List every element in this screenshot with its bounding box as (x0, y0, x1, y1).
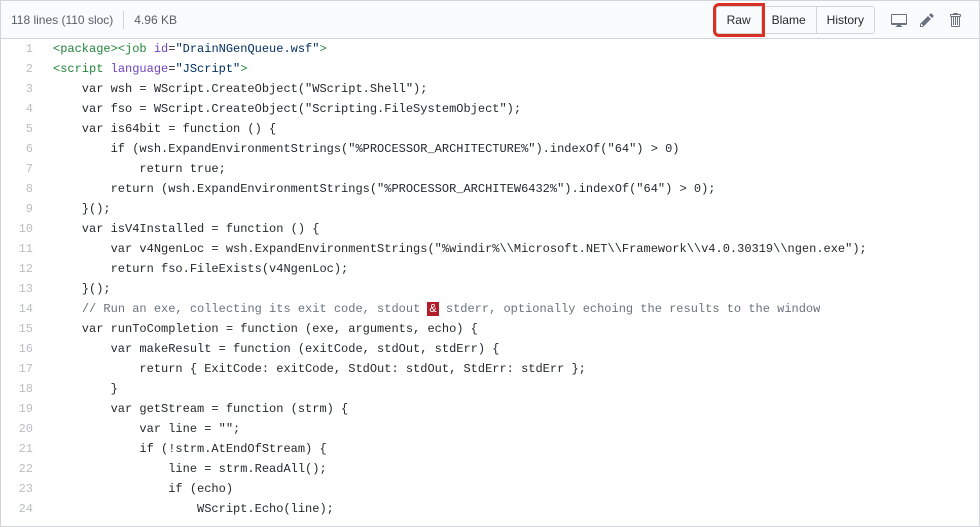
line-content[interactable]: if (wsh.ExpandEnvironmentStrings("%PROCE… (43, 139, 979, 159)
line-content[interactable]: return fso.FileExists(v4NgenLoc); (43, 259, 979, 279)
file-info: 118 lines (110 sloc) 4.96 KB (11, 11, 177, 29)
blame-button[interactable]: Blame (762, 6, 817, 34)
code-row: 17 return { ExitCode: exitCode, StdOut: … (1, 359, 979, 379)
line-content[interactable]: var runToCompletion = function (exe, arg… (43, 319, 979, 339)
file-size: 4.96 KB (134, 13, 177, 27)
line-content[interactable]: WScript.Echo(line); (43, 499, 979, 519)
line-content[interactable]: var isV4Installed = function () { (43, 219, 979, 239)
code-row: 15 var runToCompletion = function (exe, … (1, 319, 979, 339)
line-number[interactable]: 3 (1, 79, 43, 99)
code-row: 21 if (!strm.AtEndOfStream) { (1, 439, 979, 459)
pencil-icon[interactable] (913, 6, 941, 34)
line-content[interactable]: if (echo) (43, 479, 979, 499)
line-number[interactable]: 8 (1, 179, 43, 199)
divider (123, 11, 124, 29)
file-actions: Raw Blame History (716, 6, 969, 34)
line-number[interactable]: 24 (1, 499, 43, 519)
code-row: 14 // Run an exe, collecting its exit co… (1, 299, 979, 319)
line-number[interactable]: 20 (1, 419, 43, 439)
line-number[interactable]: 17 (1, 359, 43, 379)
line-content[interactable]: return true; (43, 159, 979, 179)
trashcan-icon[interactable] (941, 6, 969, 34)
line-content[interactable]: } (43, 379, 979, 399)
code-row: 22 line = strm.ReadAll(); (1, 459, 979, 479)
line-number[interactable]: 16 (1, 339, 43, 359)
line-number[interactable]: 9 (1, 199, 43, 219)
code-row: 12 return fso.FileExists(v4NgenLoc); (1, 259, 979, 279)
file-header: 118 lines (110 sloc) 4.96 KB Raw Blame H… (1, 1, 979, 39)
code-row: 24 WScript.Echo(line); (1, 499, 979, 519)
code-row: 13 }(); (1, 279, 979, 299)
code-row: 23 if (echo) (1, 479, 979, 499)
code-row: 11 var v4NgenLoc = wsh.ExpandEnvironment… (1, 239, 979, 259)
file-action-button-group: Raw Blame History (716, 6, 875, 34)
line-number[interactable]: 4 (1, 99, 43, 119)
line-content[interactable]: }(); (43, 279, 979, 299)
line-content[interactable]: if (!strm.AtEndOfStream) { (43, 439, 979, 459)
line-number[interactable]: 22 (1, 459, 43, 479)
line-content[interactable]: line = strm.ReadAll(); (43, 459, 979, 479)
line-content[interactable]: }(); (43, 199, 979, 219)
code-row: 2<script language="JScript"> (1, 59, 979, 79)
line-number[interactable]: 23 (1, 479, 43, 499)
line-content[interactable]: var fso = WScript.CreateObject("Scriptin… (43, 99, 979, 119)
code-row: 16 var makeResult = function (exitCode, … (1, 339, 979, 359)
line-content[interactable]: return (wsh.ExpandEnvironmentStrings("%P… (43, 179, 979, 199)
history-button[interactable]: History (817, 6, 875, 34)
line-content[interactable]: var wsh = WScript.CreateObject("WScript.… (43, 79, 979, 99)
code-table: 1<package><job id="DrainNGenQueue.wsf">2… (1, 39, 979, 519)
line-content[interactable]: <script language="JScript"> (43, 59, 979, 79)
line-number[interactable]: 15 (1, 319, 43, 339)
line-number[interactable]: 18 (1, 379, 43, 399)
line-content[interactable]: var is64bit = function () { (43, 119, 979, 139)
line-content[interactable]: var getStream = function (strm) { (43, 399, 979, 419)
line-number[interactable]: 2 (1, 59, 43, 79)
line-content[interactable]: return { ExitCode: exitCode, StdOut: std… (43, 359, 979, 379)
code-row: 5 var is64bit = function () { (1, 119, 979, 139)
desktop-icon[interactable] (885, 6, 913, 34)
line-number[interactable]: 14 (1, 299, 43, 319)
line-number[interactable]: 12 (1, 259, 43, 279)
code-row: 18 } (1, 379, 979, 399)
line-number[interactable]: 1 (1, 39, 43, 59)
line-number[interactable]: 5 (1, 119, 43, 139)
code-row: 20 var line = ""; (1, 419, 979, 439)
code-listing: 1<package><job id="DrainNGenQueue.wsf">2… (1, 39, 979, 526)
code-row: 8 return (wsh.ExpandEnvironmentStrings("… (1, 179, 979, 199)
line-number[interactable]: 10 (1, 219, 43, 239)
code-row: 7 return true; (1, 159, 979, 179)
code-row: 4 var fso = WScript.CreateObject("Script… (1, 99, 979, 119)
code-row: 10 var isV4Installed = function () { (1, 219, 979, 239)
raw-button[interactable]: Raw (716, 6, 762, 34)
line-content[interactable]: // Run an exe, collecting its exit code,… (43, 299, 979, 319)
line-content[interactable]: var line = ""; (43, 419, 979, 439)
code-row: 19 var getStream = function (strm) { (1, 399, 979, 419)
line-content[interactable]: <package><job id="DrainNGenQueue.wsf"> (43, 39, 979, 59)
code-row: 3 var wsh = WScript.CreateObject("WScrip… (1, 79, 979, 99)
lines-count: 118 lines (110 sloc) (11, 13, 113, 27)
code-row: 6 if (wsh.ExpandEnvironmentStrings("%PRO… (1, 139, 979, 159)
code-row: 9 }(); (1, 199, 979, 219)
line-number[interactable]: 19 (1, 399, 43, 419)
line-number[interactable]: 21 (1, 439, 43, 459)
line-content[interactable]: var v4NgenLoc = wsh.ExpandEnvironmentStr… (43, 239, 979, 259)
line-number[interactable]: 6 (1, 139, 43, 159)
line-number[interactable]: 7 (1, 159, 43, 179)
line-number[interactable]: 13 (1, 279, 43, 299)
line-number[interactable]: 11 (1, 239, 43, 259)
code-row: 1<package><job id="DrainNGenQueue.wsf"> (1, 39, 979, 59)
line-content[interactable]: var makeResult = function (exitCode, std… (43, 339, 979, 359)
